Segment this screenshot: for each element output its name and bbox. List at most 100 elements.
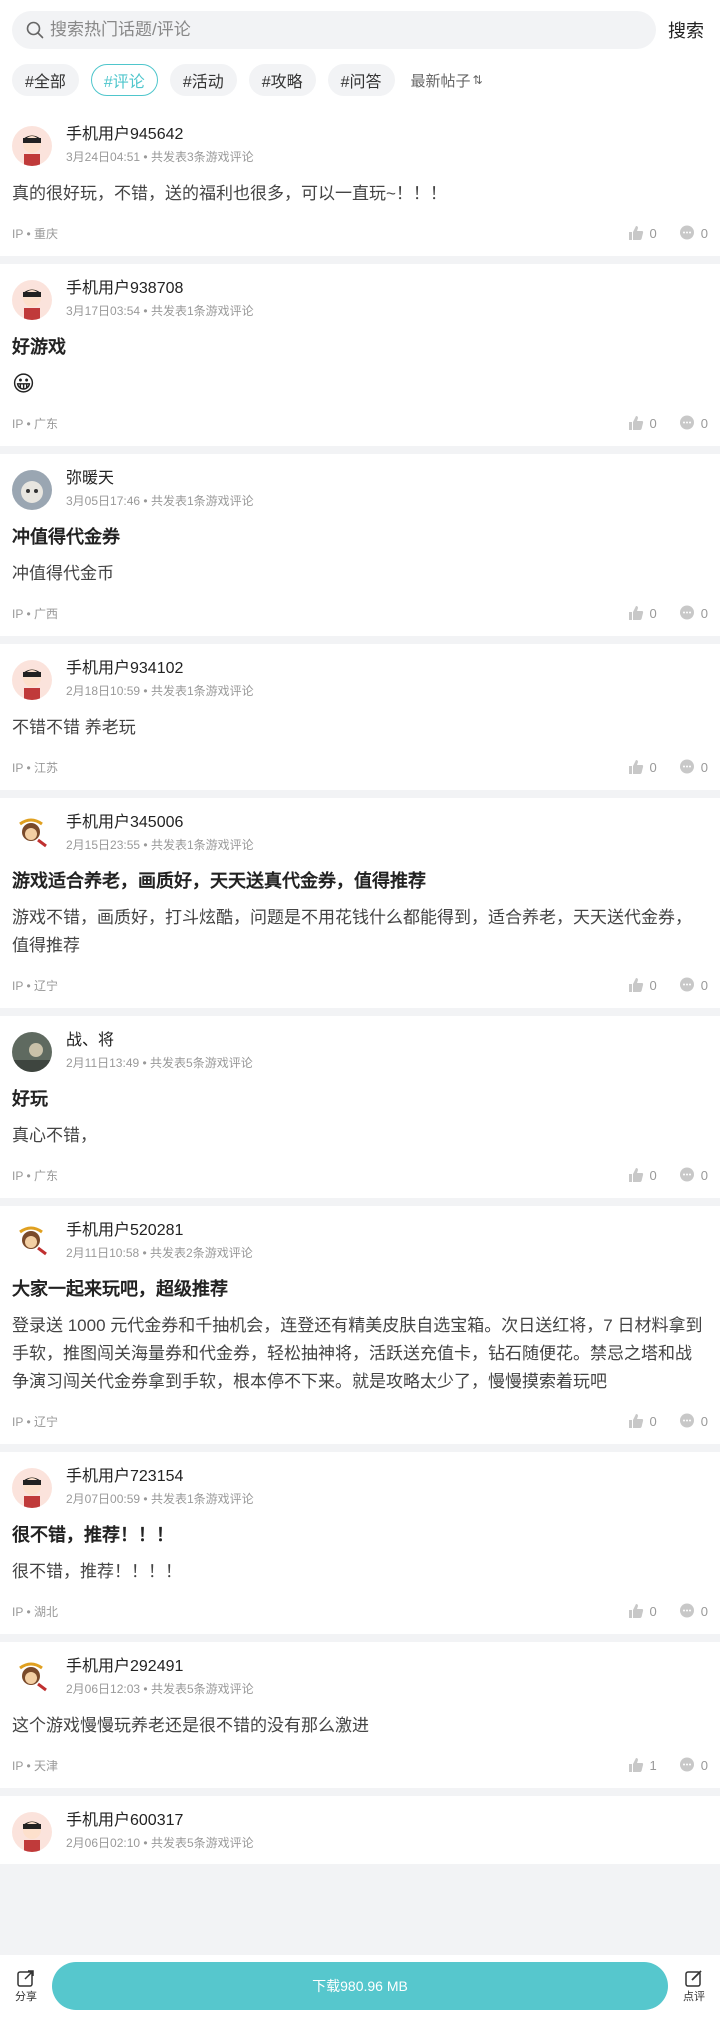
like-button[interactable]: 0 [628, 415, 657, 431]
post-card[interactable]: 弥暖天 3月05日17:46 • 共发表1条游戏评论 冲值得代金券 冲值得代金币 IP … [0, 454, 720, 636]
post-header: 手机用户945642 3月24日04:51 • 共发表3条游戏评论 [12, 124, 708, 166]
post-footer: IP • 辽宁 0 0 [12, 1410, 708, 1432]
review-count: 共发表2条游戏评论 [150, 1246, 253, 1260]
post-card[interactable]: 手机用户934102 2月18日10:59 • 共发表1条游戏评论 不错不错 养老玩… [0, 644, 720, 790]
comment-button[interactable]: 0 [679, 225, 708, 241]
like-button[interactable]: 0 [628, 977, 657, 993]
post-card[interactable]: 手机用户723154 2月07日00:59 • 共发表1条游戏评论 很不错，推荐！！… [0, 1452, 720, 1634]
avatar[interactable] [12, 1468, 52, 1508]
user-name[interactable]: 手机用户938708 [66, 278, 254, 300]
top-bar: 搜索 #全部 #评论 #活动 #攻略 #问答 最新帖子 ⇅ [0, 0, 720, 110]
like-button[interactable]: 0 [628, 759, 657, 775]
post-card[interactable]: 战、将 2月11日13:49 • 共发表5条游戏评论 好玩 真心不错， IP • 广东 0… [0, 1016, 720, 1198]
like-button[interactable]: 1 [628, 1757, 657, 1773]
comment-button[interactable]: 0 [679, 605, 708, 621]
post-feed: 手机用户945642 3月24日04:51 • 共发表3条游戏评论 真的很好玩，不错… [0, 110, 720, 1864]
comment-button[interactable]: 0 [679, 977, 708, 993]
comment-count: 0 [700, 1413, 708, 1429]
sort-dropdown[interactable]: 最新帖子 ⇅ [411, 70, 483, 91]
review-count: 共发表5条游戏评论 [150, 1682, 254, 1696]
post-header: 手机用户345006 2月15日23:55 • 共发表1条游戏评论 [12, 812, 708, 854]
filter-qa[interactable]: #问答 [327, 64, 395, 96]
post-footer: IP • 广西 0 0 [12, 602, 708, 624]
review-count: 共发表5条游戏评论 [150, 1056, 253, 1070]
post-meta: 2月06日02:10 • 共发表5条游戏评论 [66, 1836, 254, 1850]
like-button[interactable]: 0 [628, 1413, 657, 1429]
avatar[interactable] [12, 280, 52, 320]
filter-events[interactable]: #活动 [169, 64, 237, 96]
post-date: 2月06日02:10 [66, 1836, 141, 1850]
ip-location: IP • 辽宁 [12, 1414, 58, 1429]
like-icon [628, 760, 643, 774]
review-button[interactable]: 点评 [676, 1968, 712, 2004]
user-name[interactable]: 手机用户934102 [66, 658, 254, 680]
post-card[interactable]: 手机用户345006 2月15日23:55 • 共发表1条游戏评论游戏适合养老，画… [0, 798, 720, 1008]
like-count: 0 [649, 759, 657, 775]
search-button[interactable]: 搜索 [668, 17, 704, 43]
post-header: 手机用户938708 3月17日03:54 • 共发表1条游戏评论 [12, 278, 708, 320]
search-input[interactable] [50, 20, 642, 40]
share-button[interactable]: 分享 [8, 1968, 44, 2004]
avatar[interactable] [12, 814, 52, 854]
post-date: 2月18日10:59 [66, 684, 141, 698]
post-card[interactable]: 手机用户292491 2月06日12:03 • 共发表5条游戏评论 这个游戏慢慢玩养… [0, 1642, 720, 1788]
like-icon [628, 1758, 643, 1772]
filter-comments[interactable]: #评论 [90, 64, 158, 96]
post-title: 大家一起来玩吧，超级推荐 [12, 1279, 228, 1299]
post-footer: IP • 重庆 0 0 [12, 222, 708, 244]
post-card[interactable]: 手机用户520281 2月11日10:58 • 共发表2条游戏评论 大家一起来玩吧，… [0, 1206, 720, 1444]
post-card[interactable]: 手机用户938708 3月17日03:54 • 共发表1条游戏评论 好游戏 😀 IP •… [0, 264, 720, 446]
like-button[interactable]: 0 [628, 1603, 657, 1619]
post-meta: 2月15日23:55 • 共发表1条游戏评论 [66, 838, 254, 852]
review-count: 共发表1条游戏评论 [150, 684, 254, 698]
post-footer: IP • 湖北 0 0 [12, 1600, 708, 1622]
post-meta: 3月05日17:46 • 共发表1条游戏评论 [66, 494, 254, 508]
post-body: 真心不错， [12, 1126, 97, 1145]
comment-icon [679, 1167, 694, 1182]
post-card[interactable]: 手机用户945642 3月24日04:51 • 共发表3条游戏评论 真的很好玩，不错… [0, 110, 720, 256]
like-button[interactable]: 0 [628, 1167, 657, 1183]
share-label: 分享 [15, 1991, 37, 2003]
filter-guides[interactable]: #攻略 [248, 64, 316, 96]
user-name[interactable]: 战、将 [66, 1030, 253, 1052]
comment-button[interactable]: 0 [679, 759, 708, 775]
comment-button[interactable]: 0 [679, 1757, 708, 1773]
post-card[interactable]: 手机用户600317 2月06日02:10 • 共发表5条游戏评论 [0, 1796, 720, 1864]
user-name[interactable]: 手机用户600317 [66, 1810, 254, 1832]
avatar[interactable] [12, 1032, 52, 1072]
user-name[interactable]: 手机用户345006 [66, 812, 254, 834]
post-title: 游戏适合养老，画质好，天天送真代金券，值得推荐 [12, 871, 426, 891]
like-count: 0 [649, 1167, 657, 1183]
download-button[interactable]: 下载980.96 MB [52, 1962, 668, 2010]
avatar[interactable] [12, 470, 52, 510]
comment-count: 0 [700, 1603, 708, 1619]
edit-icon [685, 1970, 702, 1987]
user-name[interactable]: 手机用户945642 [66, 124, 254, 146]
post-meta: 3月24日04:51 • 共发表3条游戏评论 [66, 150, 254, 164]
ip-location: IP • 天津 [12, 1758, 58, 1773]
comment-button[interactable]: 0 [679, 1167, 708, 1183]
like-button[interactable]: 0 [628, 605, 657, 621]
user-name[interactable]: 弥暖天 [66, 468, 254, 490]
comment-button[interactable]: 0 [679, 1603, 708, 1619]
user-name[interactable]: 手机用户292491 [66, 1656, 254, 1678]
post-title: 好游戏 [12, 337, 66, 357]
like-button[interactable]: 0 [628, 225, 657, 241]
avatar[interactable] [12, 660, 52, 700]
user-name[interactable]: 手机用户723154 [66, 1466, 254, 1488]
search-box[interactable] [12, 11, 656, 49]
like-count: 0 [649, 225, 657, 241]
filter-all[interactable]: #全部 [12, 64, 79, 96]
avatar[interactable] [12, 1658, 52, 1698]
avatar[interactable] [12, 126, 52, 166]
comment-button[interactable]: 0 [679, 415, 708, 431]
avatar[interactable] [12, 1222, 52, 1262]
search-icon [26, 21, 44, 39]
post-body: 游戏不错，画质好，打斗炫酷，问题是不用花钱什么都能得到，适合养老，天天送代金券，… [12, 908, 692, 955]
like-icon [628, 1604, 643, 1618]
post-meta: 2月07日00:59 • 共发表1条游戏评论 [66, 1492, 254, 1506]
avatar[interactable] [12, 1812, 52, 1852]
post-body: 不错不错 养老玩 [12, 718, 136, 737]
comment-button[interactable]: 0 [679, 1413, 708, 1429]
user-name[interactable]: 手机用户520281 [66, 1220, 253, 1242]
